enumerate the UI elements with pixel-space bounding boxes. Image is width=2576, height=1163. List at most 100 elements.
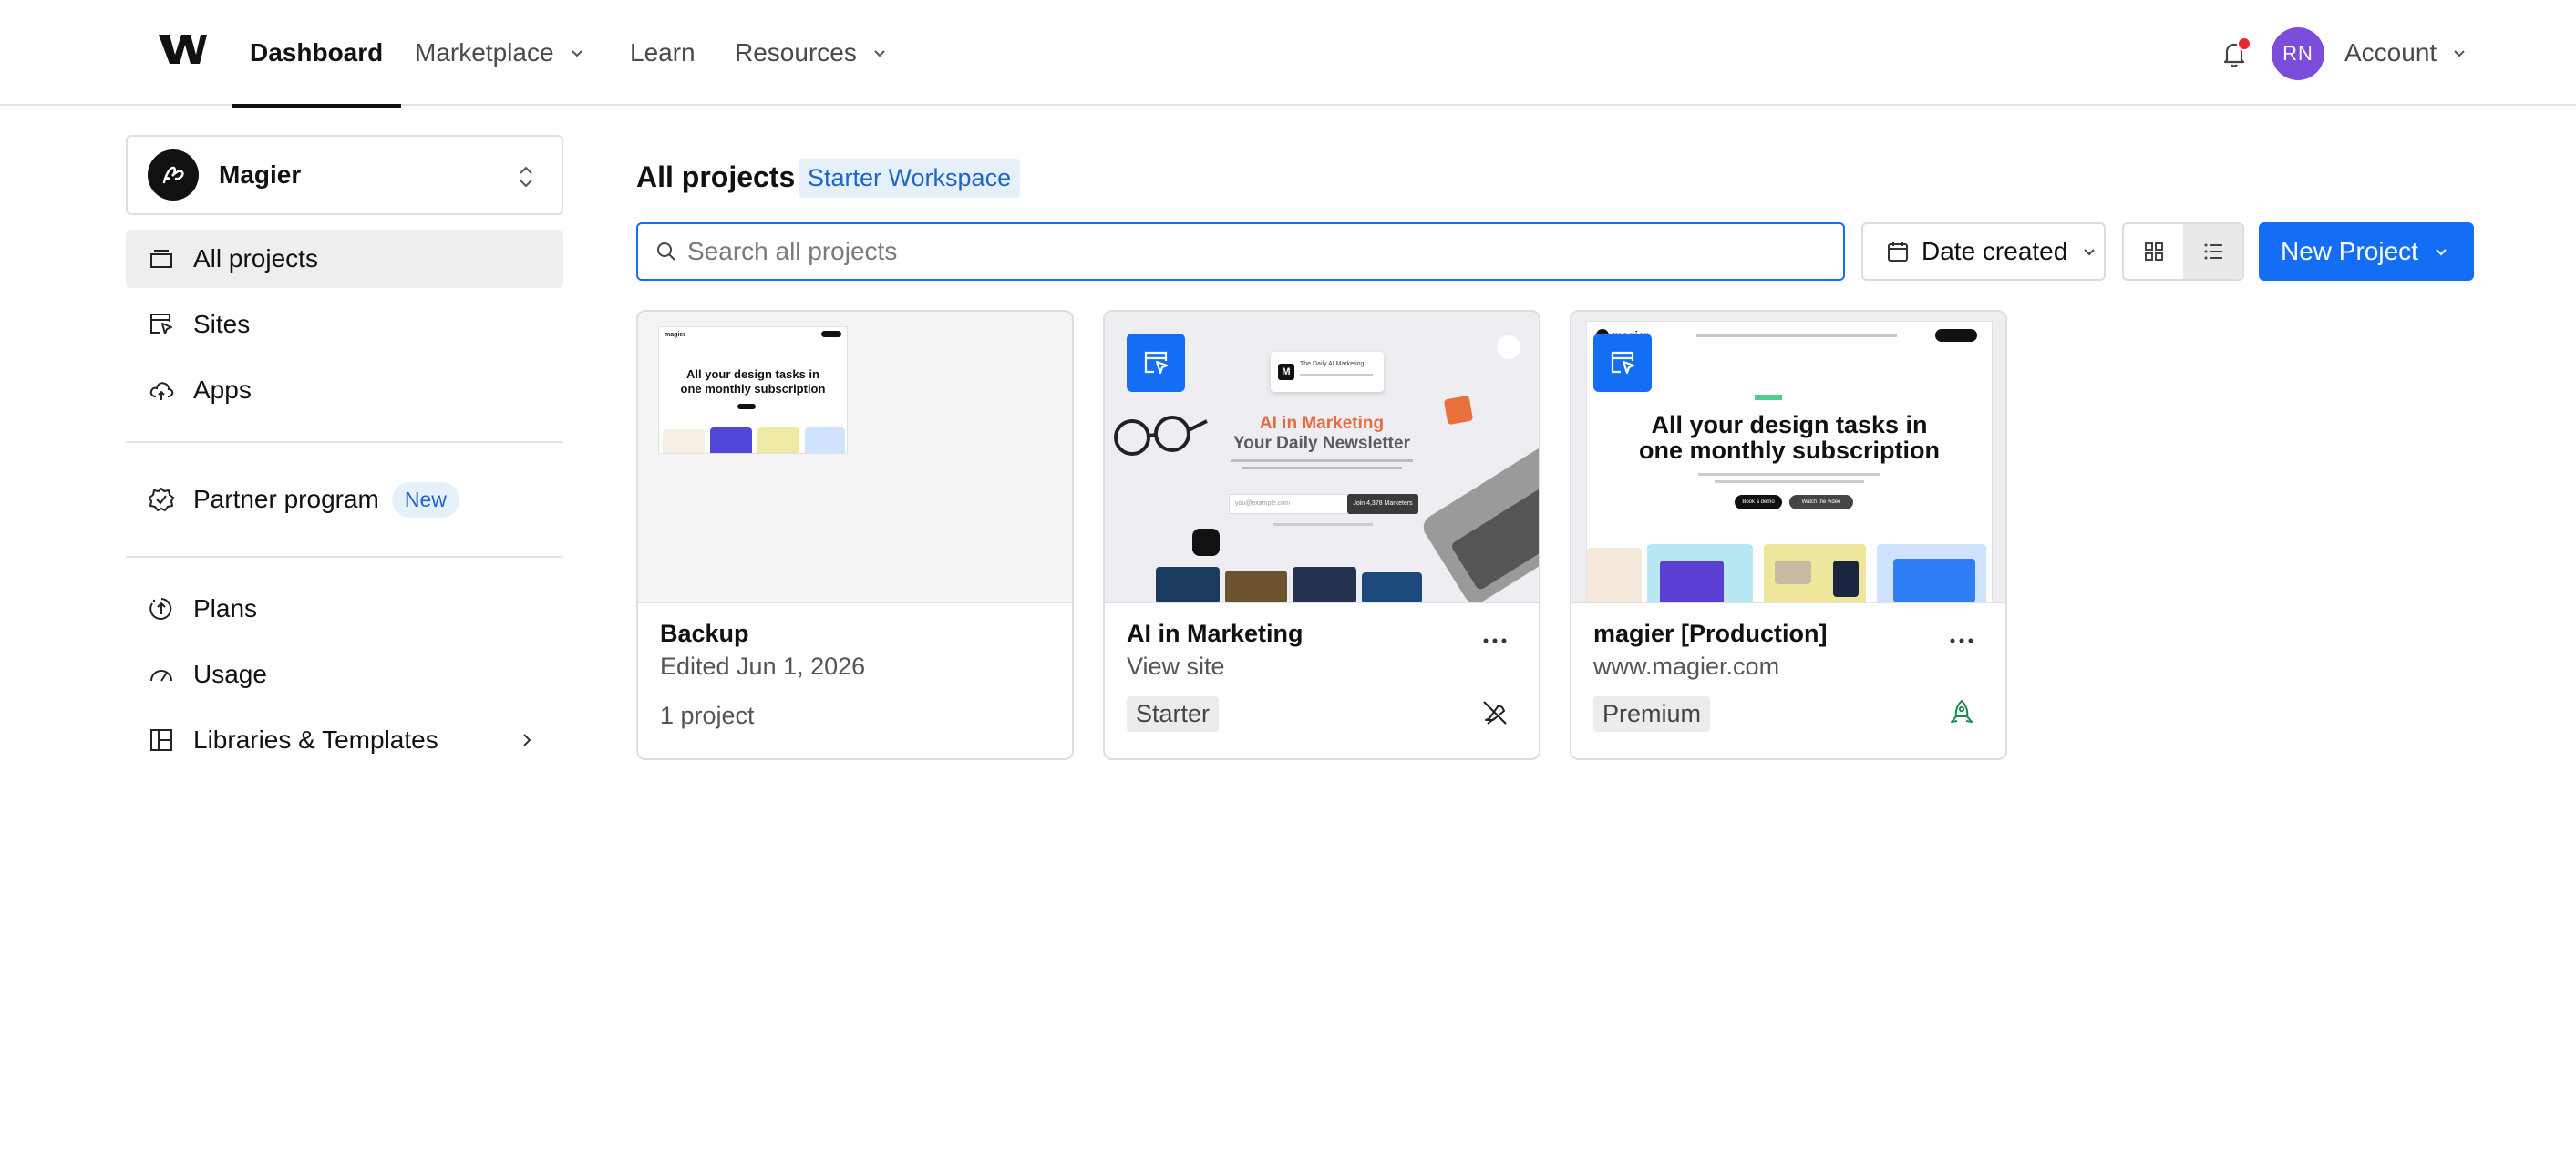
designer-cursor-icon	[1144, 351, 1169, 375]
preview-cta: Watch the video	[1789, 495, 1853, 509]
nav-learn[interactable]: Learn	[630, 0, 696, 106]
sidebar-item-label: All projects	[193, 244, 318, 273]
project-thumbnail: magier All your design tasks in one mont…	[638, 312, 1072, 603]
sidebar-item-usage[interactable]: Usage	[126, 645, 563, 704]
preview-cta: Book a demo	[1735, 495, 1782, 509]
grid-view-button[interactable]	[2124, 224, 2183, 279]
project-count: 1 project	[660, 702, 755, 729]
published-icon	[1951, 700, 1973, 723]
preview-headline: Your Daily Newsletter	[1233, 434, 1410, 453]
chevron-down-icon	[874, 50, 885, 57]
workspace-switcher[interactable]: Magier	[126, 135, 563, 215]
sidebar-item-label: Libraries & Templates	[193, 726, 438, 754]
sidebar-item-label: Usage	[193, 660, 267, 688]
unpublished-icon	[1483, 701, 1507, 725]
project-title[interactable]: Backup	[660, 620, 749, 648]
nav-marketplace[interactable]: Marketplace	[415, 0, 585, 106]
plan-badge: Premium	[1593, 696, 1711, 732]
nav-marketplace-label: Marketplace	[415, 38, 554, 67]
more-options-icon[interactable]	[1949, 636, 1974, 645]
plans-icon	[149, 598, 172, 620]
sidebar-item-label: Apps	[193, 376, 252, 404]
chevron-down-icon	[2084, 249, 2096, 256]
preview-headline: AI in Marketing	[1259, 414, 1385, 433]
preview-brand: magier	[665, 332, 685, 338]
preview-brand: The Daily AI Marketing	[1300, 361, 1365, 367]
user-avatar[interactable]: RN	[2272, 27, 2324, 80]
nav-learn-label: Learn	[630, 38, 696, 67]
grid-icon	[2144, 242, 2163, 261]
account-label: Account	[2344, 38, 2437, 67]
sidebar-divider	[126, 556, 563, 558]
mini-site-preview: magier All your design tasks in one mont…	[658, 326, 848, 454]
cloud-app-icon	[149, 382, 174, 400]
workspace-plan-badge[interactable]: Starter Workspace	[799, 159, 1021, 198]
sidebar-item-label: Partner program	[193, 485, 379, 513]
sort-label: Date created	[1922, 237, 2068, 265]
project-title[interactable]: magier [Production]	[1593, 620, 1828, 648]
search-box[interactable]	[636, 222, 1845, 281]
sidebar-item-label: Plans	[193, 594, 258, 623]
sidebar-divider	[126, 441, 563, 443]
chevron-right-icon	[523, 734, 531, 746]
partner-badge-icon	[149, 488, 174, 511]
list-icon	[2204, 243, 2222, 260]
preview-email-field: you@example.com	[1229, 494, 1353, 514]
preview-headline: All your design tasks in	[1651, 411, 1928, 438]
sort-dropdown[interactable]: Date created	[1861, 222, 2106, 281]
workspace-logo-icon	[148, 149, 199, 201]
sites-cursor-icon	[150, 314, 172, 334]
notification-dot	[2237, 36, 2251, 51]
folder-icon	[150, 250, 172, 268]
project-thumbnail: magier All your design tasks in one mont…	[1571, 312, 2005, 603]
page-title: All projects	[636, 160, 796, 193]
nav-resources[interactable]: Resources	[735, 0, 888, 106]
plan-badge: Starter	[1127, 696, 1220, 732]
account-menu[interactable]: Account	[2344, 0, 2468, 106]
nav-dashboard-label: Dashboard	[250, 38, 384, 67]
view-site-link[interactable]: View site	[1127, 653, 1225, 681]
more-options-icon[interactable]	[1482, 636, 1508, 645]
project-card-magier-production[interactable]: magier All your design tasks in one mont…	[1570, 310, 2007, 760]
top-navigation: Dashboard Marketplace Learn Resources RN…	[0, 0, 2576, 108]
sidebar-item-partner-program[interactable]: Partner program New	[126, 470, 563, 529]
sidebar-item-sites[interactable]: Sites	[126, 295, 563, 354]
new-project-button[interactable]: New Project	[2259, 222, 2474, 281]
chevron-down-icon	[2454, 50, 2465, 57]
sidebar-item-label: Sites	[193, 310, 251, 338]
project-card-backup[interactable]: magier All your design tasks in one mont…	[636, 310, 1074, 760]
search-input[interactable]	[687, 237, 1781, 266]
designer-cursor-icon	[1611, 351, 1635, 375]
webflow-logo-icon[interactable]	[157, 31, 208, 67]
nav-resources-label: Resources	[735, 38, 857, 67]
preview-headline: one monthly subscription	[680, 382, 826, 396]
gauge-icon	[150, 670, 172, 682]
preview-cta: Join 4,378 Marketers	[1347, 494, 1418, 514]
sidebar-item-plans[interactable]: Plans	[126, 580, 563, 638]
sidebar-item-apps[interactable]: Apps	[126, 361, 563, 419]
calendar-icon	[1888, 242, 1908, 262]
project-title[interactable]: AI in Marketing	[1127, 620, 1303, 648]
project-edited-date: Edited Jun 1, 2026	[660, 653, 866, 680]
view-toggle	[2122, 222, 2244, 281]
list-view-button[interactable]	[2183, 224, 2242, 279]
chevron-down-icon	[571, 50, 582, 57]
chevron-up-down-icon	[520, 166, 532, 188]
avatar-initials: RN	[2282, 42, 2313, 65]
open-designer-button[interactable]	[1593, 334, 1652, 392]
sidebar-item-all-projects[interactable]: All projects	[126, 230, 563, 288]
sidebar-item-libraries-templates[interactable]: Libraries & Templates	[126, 711, 563, 769]
nav-dashboard[interactable]: Dashboard	[231, 0, 402, 108]
preview-headline: All your design tasks in	[686, 367, 819, 381]
preview-headline: one monthly subscription	[1638, 437, 1940, 464]
new-project-label: New Project	[2281, 237, 2418, 265]
chevron-down-icon	[2436, 249, 2447, 256]
project-thumbnail: M The Daily AI Marketing AI in Marketing…	[1105, 312, 1539, 603]
search-icon	[657, 242, 675, 261]
open-designer-button[interactable]	[1127, 334, 1185, 392]
workspace-name: Magier	[219, 160, 302, 189]
site-domain-link[interactable]: www.magier.com	[1593, 653, 1779, 681]
library-icon	[150, 729, 172, 751]
project-card-ai-in-marketing[interactable]: M The Daily AI Marketing AI in Marketing…	[1103, 310, 1540, 760]
new-badge: New	[391, 481, 459, 518]
